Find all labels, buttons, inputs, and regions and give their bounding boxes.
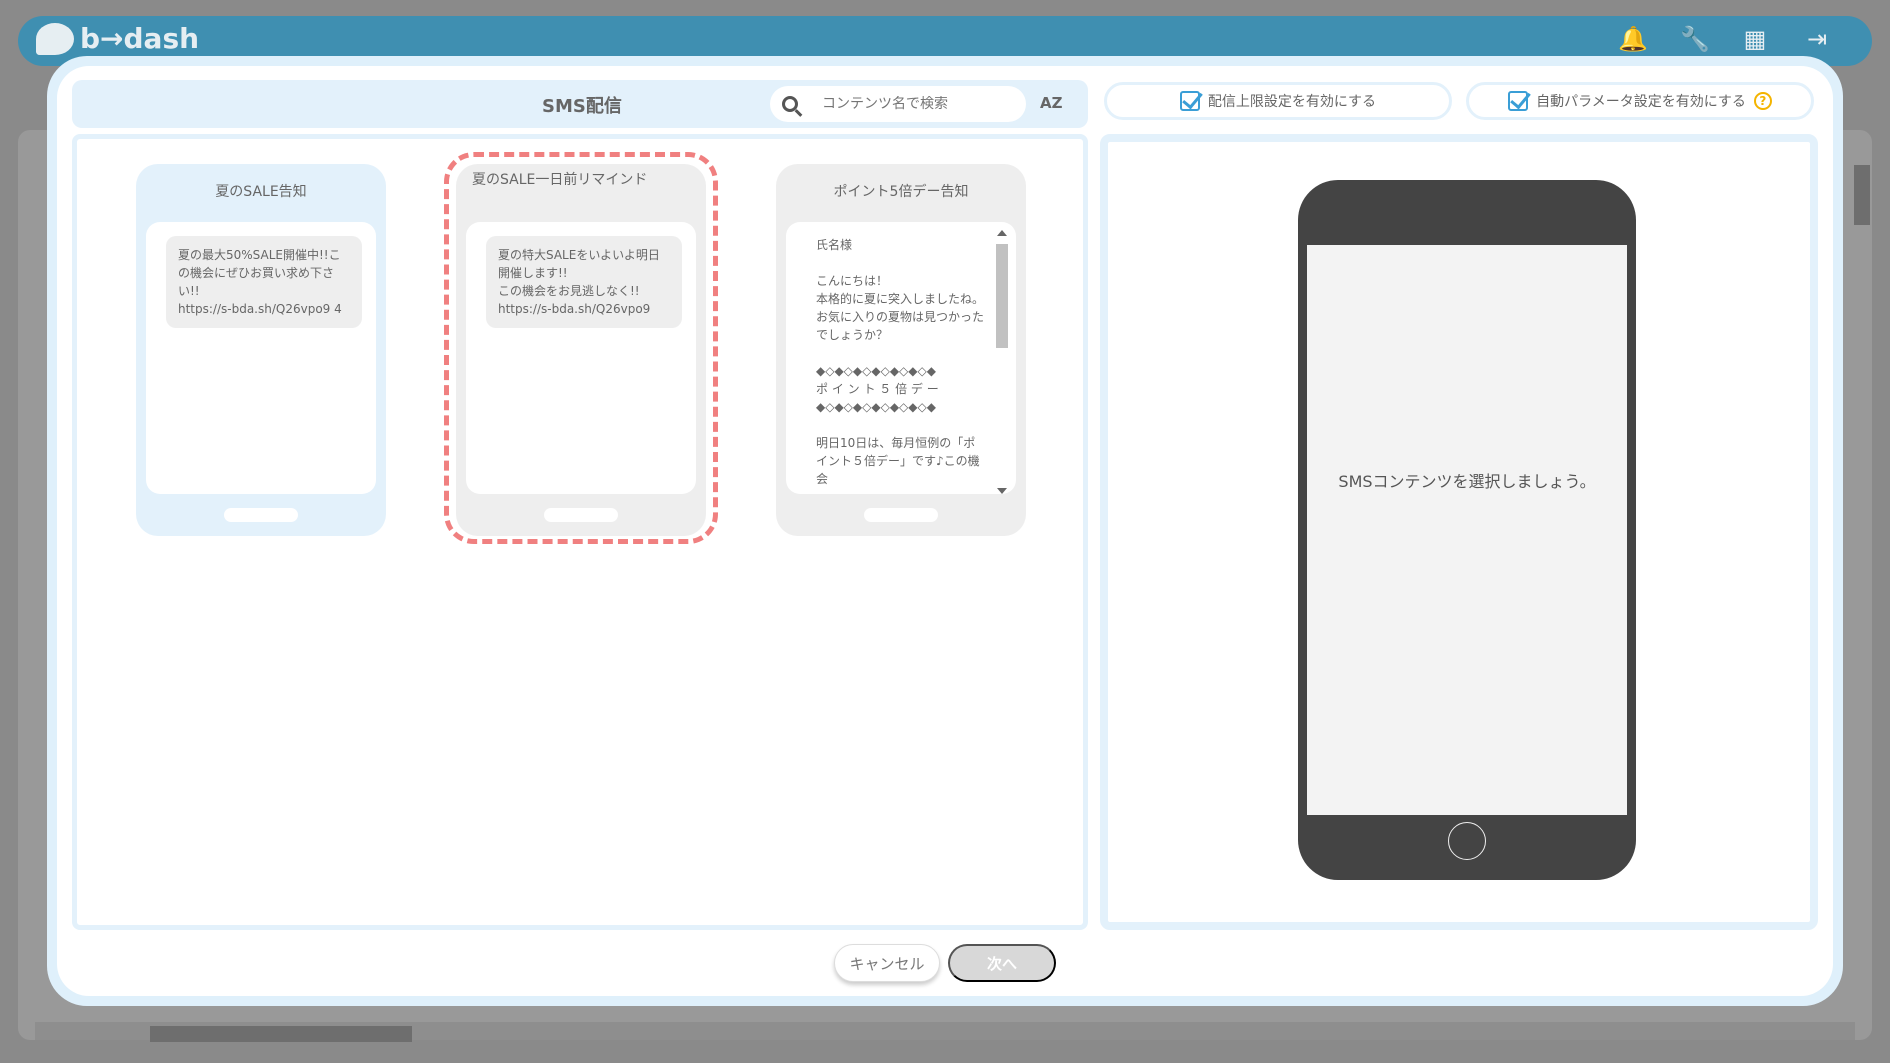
message-bubble: 夏の最大50%SALE開催中!!この機会にぜひお買い求め下さい!! https:…: [166, 236, 362, 328]
phone-screen: SMSコンテンツを選択しましょう。: [1307, 245, 1627, 815]
search-box[interactable]: [770, 86, 1026, 122]
content-list-header: SMS配信 AZ: [72, 80, 1088, 128]
message-text: 氏名様 こんにちは！ 本格的に夏に突入しましたね。お気に入りの夏物は見つかったで…: [816, 238, 985, 486]
scroll-down-icon[interactable]: [997, 488, 1007, 494]
horizontal-scrollbar-thumb[interactable]: [150, 1026, 412, 1042]
delivery-limit-label: 配信上限設定を有効にする: [1207, 94, 1377, 110]
card-screen: 夏の最大50%SALE開催中!!この機会にぜひお買い求め下さい!! https:…: [146, 222, 376, 494]
sms-content-card-selected[interactable]: 夏のSALE一日前リマインド 夏の特大SALEをいよいよ明日開催します!! この…: [456, 164, 706, 536]
card-home-bar: [224, 508, 298, 522]
search-input[interactable]: [822, 96, 1002, 112]
card-title: 夏のSALE一日前リマインド: [472, 172, 648, 188]
card-screen: 夏の特大SALEをいよいよ明日開催します!! この機会をお見逃しなく!! htt…: [466, 222, 696, 494]
bell-icon[interactable]: 🔔: [1618, 26, 1648, 52]
wrench-icon[interactable]: 🔧: [1680, 26, 1710, 52]
search-icon: [782, 96, 798, 112]
checkbox-checked-icon[interactable]: [1179, 91, 1200, 111]
next-button[interactable]: 次へ: [948, 944, 1056, 982]
logout-icon[interactable]: ⇥: [1804, 26, 1830, 52]
card-title: 夏のSALE告知: [215, 184, 307, 200]
card-scrollbar[interactable]: [994, 230, 1008, 494]
message-bubble: 夏の特大SALEをいよいよ明日開催します!! この機会をお見逃しなく!! htt…: [486, 236, 682, 328]
auto-parameter-label: 自動パラメータ設定を有効にする: [1536, 94, 1746, 110]
sms-content-card[interactable]: 夏のSALE告知 夏の最大50%SALE開催中!!この機会にぜひお買い求め下さい…: [136, 164, 386, 536]
logo-mark-icon: [36, 22, 74, 55]
logo-text: b→dash: [80, 22, 200, 55]
cancel-button[interactable]: キャンセル: [834, 944, 940, 982]
scroll-thumb[interactable]: [996, 244, 1008, 348]
checkbox-checked-icon[interactable]: [1508, 91, 1529, 111]
card-home-bar: [864, 508, 938, 522]
grid-icon[interactable]: ▦: [1742, 26, 1768, 52]
header-icons: 🔔 🔧 ▦ ⇥: [1618, 26, 1830, 52]
sms-content-card[interactable]: ポイント5倍デー告知 氏名様 こんにちは！ 本格的に夏に突入しましたね。お気に入…: [776, 164, 1026, 536]
auto-parameter-toggle[interactable]: 自動パラメータ設定を有効にする ?: [1466, 82, 1814, 120]
card-home-bar: [544, 508, 618, 522]
preview-area: SMSコンテンツを選択しましょう。: [1100, 134, 1818, 930]
sort-az-icon[interactable]: AZ: [1040, 94, 1063, 112]
card-screen: 氏名様 こんにちは！ 本格的に夏に突入しましたね。お気に入りの夏物は見つかったで…: [786, 222, 1016, 494]
preview-placeholder: SMSコンテンツを選択しましょう。: [1338, 472, 1596, 491]
app-logo: b→dash: [36, 22, 199, 55]
help-icon[interactable]: ?: [1753, 92, 1772, 110]
delivery-limit-toggle[interactable]: 配信上限設定を有効にする: [1104, 82, 1452, 120]
vertical-scrollbar-thumb[interactable]: [1854, 165, 1870, 225]
scroll-up-icon[interactable]: [997, 230, 1007, 236]
modal-title: SMS配信: [542, 96, 622, 117]
phone-preview: SMSコンテンツを選択しましょう。: [1298, 180, 1636, 880]
card-title: ポイント5倍デー告知: [833, 184, 969, 200]
phone-home-button-icon: [1448, 822, 1486, 860]
